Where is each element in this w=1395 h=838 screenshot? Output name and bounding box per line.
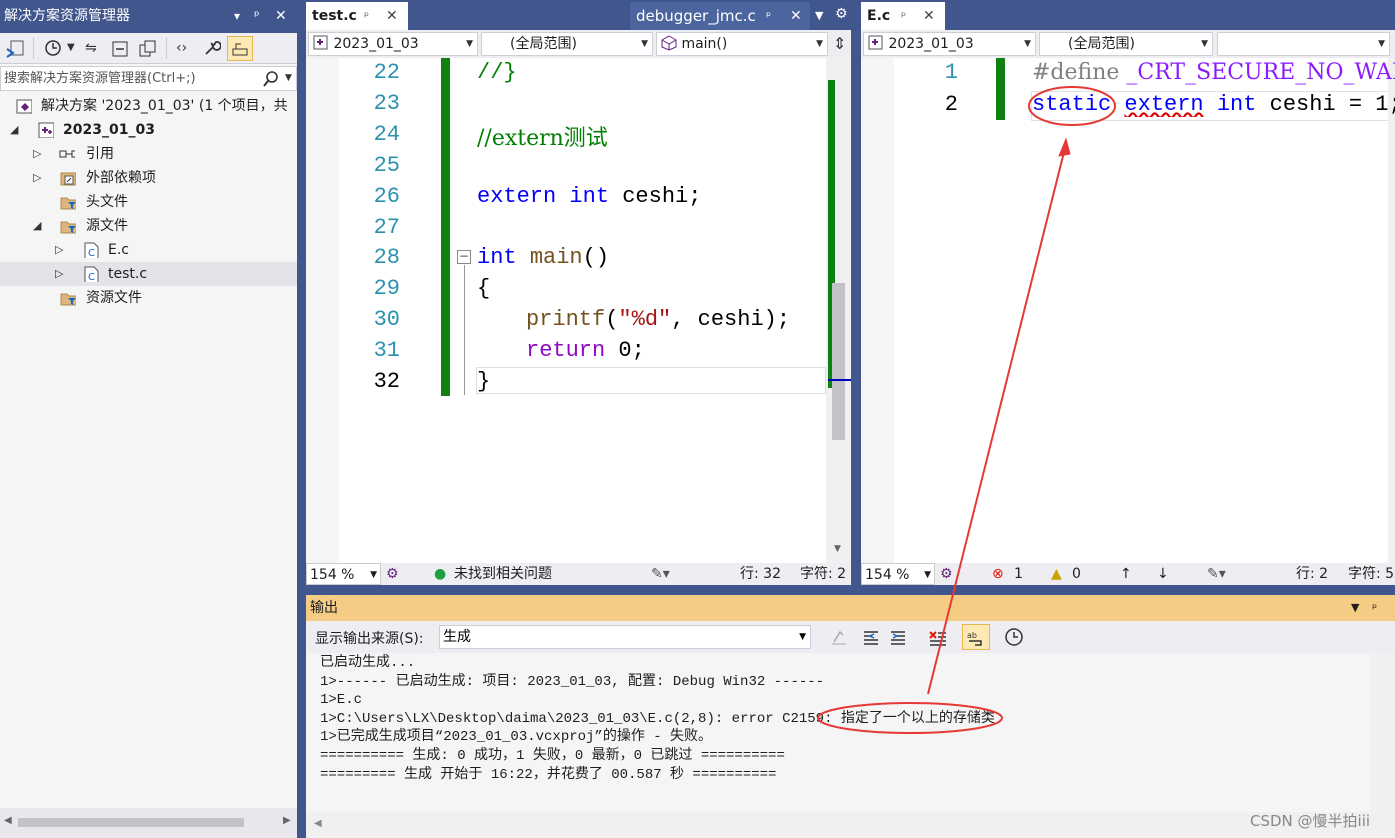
annotation-circle-error — [817, 702, 1003, 734]
red-annotation-overlay — [817, 86, 1116, 734]
watermark: CSDN @慢半拍iii — [1250, 812, 1371, 830]
annotation-arrow-line — [927, 147, 1066, 695]
annotation-arrow-head — [1058, 137, 1071, 157]
annotation-circle-static — [1028, 86, 1116, 126]
